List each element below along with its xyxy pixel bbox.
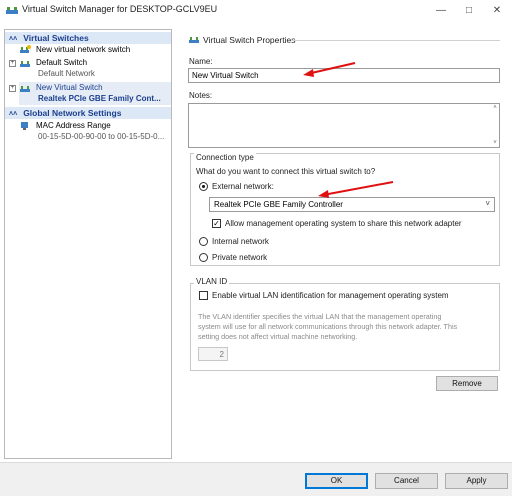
remove-button[interactable]: Remove — [436, 376, 498, 391]
adapter-select[interactable]: Realtek PCIe GBE Family Controller ˅ — [209, 197, 495, 212]
title-bar: Virtual Switch Manager for DESKTOP-GCLV9… — [0, 0, 512, 22]
scroll-up-icon[interactable]: ˄ — [491, 105, 499, 111]
new-switch-icon — [20, 45, 31, 53]
adapter-select-value: Realtek PCIe GBE Family Controller — [214, 200, 343, 209]
close-button[interactable]: ✕ — [484, 2, 510, 20]
tree-item-label: MAC Address Range — [36, 121, 111, 130]
network-adapter-icon — [21, 122, 28, 130]
vlan-description-line: system will use for all network communic… — [198, 322, 458, 331]
vlan-description-line: The VLAN identifier specifies the virtua… — [198, 312, 442, 321]
vlan-group-label: VLAN ID — [194, 277, 230, 286]
switch-icon — [20, 61, 30, 67]
maximize-button[interactable]: □ — [456, 2, 482, 20]
cancel-button[interactable]: Cancel — [375, 473, 438, 489]
external-network-radio[interactable] — [199, 182, 208, 191]
tree-item-default-switch[interactable]: Default Switch Default Network — [19, 58, 169, 80]
internal-network-radio[interactable] — [199, 237, 208, 246]
expand-icon[interactable]: + — [9, 85, 16, 92]
ok-button[interactable]: OK — [305, 473, 368, 489]
switch-tree-pane: ˄˄ Virtual Switches New virtual network s… — [4, 29, 172, 459]
vlan-description-line: setting does not affect virtual machine … — [198, 332, 358, 341]
tree-item-label: New virtual network switch — [36, 45, 131, 54]
external-network-label[interactable]: External network: — [212, 182, 274, 191]
tree-item-mac-range[interactable]: MAC Address Range 00-15-5D-00-90-00 to 0… — [19, 121, 171, 143]
properties-header: Virtual Switch Properties — [203, 35, 296, 45]
window-title: Virtual Switch Manager for DESKTOP-GCLV9… — [22, 4, 218, 14]
internal-network-label[interactable]: Internal network — [212, 237, 269, 246]
private-network-label[interactable]: Private network — [212, 253, 267, 262]
virtual-switches-header[interactable]: ˄˄ Virtual Switches — [5, 32, 171, 44]
switch-icon — [189, 37, 199, 43]
tree-item-label: New Virtual Switch — [36, 83, 103, 92]
tree-item-label: Default Switch — [36, 58, 88, 67]
tree-item-sublabel: Realtek PCIe GBE Family Cont... — [38, 94, 161, 103]
allow-mgmt-label[interactable]: Allow management operating system to sha… — [225, 219, 462, 228]
notes-label: Notes: — [189, 91, 213, 100]
apply-button[interactable]: Apply — [445, 473, 508, 489]
name-label: Name: — [189, 57, 213, 66]
expand-icon[interactable]: + — [9, 60, 16, 67]
global-network-settings-header[interactable]: ˄˄ Global Network Settings — [5, 107, 171, 119]
vlan-enable-label[interactable]: Enable virtual LAN identification for ma… — [212, 291, 449, 300]
vlan-id-field[interactable]: 2 — [198, 347, 228, 361]
collapse-chevron-icon[interactable]: ˄˄ — [9, 111, 17, 118]
tree-item-sublabel: 00-15-5D-00-90-00 to 00-15-5D-0... — [38, 132, 165, 141]
vlan-enable-checkbox[interactable] — [199, 291, 208, 300]
name-field[interactable]: New Virtual Switch — [188, 68, 500, 83]
minimize-button[interactable]: — — [428, 2, 454, 20]
connection-type-label: Connection type — [194, 153, 256, 162]
collapse-chevron-icon[interactable]: ˄˄ — [9, 36, 17, 43]
notes-scrollbar[interactable]: ˄ ˅ — [491, 105, 499, 146]
tree-item-sublabel: Default Network — [38, 69, 95, 78]
tree-item-new-virtual-switch[interactable]: New Virtual Switch Realtek PCIe GBE Fami… — [19, 82, 171, 105]
switch-properties-pane: Virtual Switch Properties Name: New Virt… — [184, 29, 504, 459]
dialog-footer: OK Cancel Apply — [0, 462, 512, 496]
switch-manager-icon — [6, 7, 18, 14]
private-network-radio[interactable] — [199, 253, 208, 262]
header-divider — [292, 40, 500, 41]
allow-mgmt-checkbox[interactable]: ✓ — [212, 219, 221, 228]
connection-question: What do you want to connect this virtual… — [196, 167, 376, 176]
notes-field[interactable] — [188, 103, 500, 148]
chevron-down-icon[interactable]: ˅ — [485, 199, 490, 208]
switch-icon — [20, 86, 30, 92]
scroll-down-icon[interactable]: ˅ — [491, 140, 499, 146]
